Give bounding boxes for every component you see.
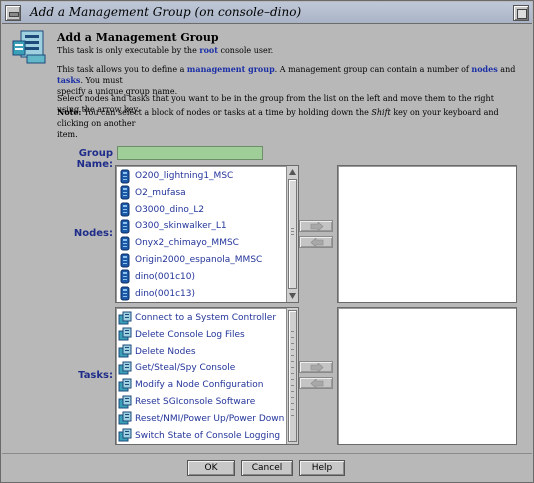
group-name-field[interactable] — [117, 146, 263, 160]
nodes-scrollbar[interactable] — [286, 166, 298, 302]
arrow-left-icon — [310, 238, 324, 247]
nodes-link[interactable]: nodes — [471, 64, 497, 74]
available-nodes-list[interactable]: dino(001c13) dino(001c10) Origin2000_espan… — [115, 165, 299, 303]
node-list-item-label: O3000_dino_L2 — [135, 204, 205, 215]
tasks-scroll-thumb[interactable] — [288, 310, 297, 442]
available-tasks-list[interactable]: Switch State of Console Logging Reset/NMI… — [115, 307, 299, 445]
node-list-item-label: dino(001c10) — [135, 271, 196, 282]
node-list-item-label: O300_skinwalker_L1 — [135, 221, 227, 232]
task-icon — [118, 428, 132, 442]
window-title: Add a Management Group (on console–dino) — [30, 5, 302, 19]
group-name-label: Group Name: — [76, 148, 113, 170]
node-icon — [120, 185, 130, 200]
task-icon — [118, 378, 132, 392]
node-icon — [120, 202, 130, 217]
task-icon — [118, 411, 132, 425]
node-list-item[interactable]: dino(001c13) — [118, 286, 195, 302]
task-list-item[interactable]: Delete Nodes — [118, 344, 196, 360]
node-list-item[interactable]: Onyx2_chimayo_MMSC — [118, 235, 239, 251]
nodes-scroll-thumb[interactable] — [288, 179, 297, 289]
arrow-left-icon — [310, 379, 324, 388]
node-icon — [120, 269, 130, 284]
page-heading: Add a Management Group — [57, 31, 219, 44]
scroll-down-icon[interactable] — [288, 291, 297, 300]
node-list-item-label: Origin2000_espanola_MMSC — [135, 255, 263, 265]
add-tasks-button[interactable] — [299, 361, 333, 373]
task-icon — [118, 327, 132, 341]
task-icon — [118, 344, 132, 358]
remove-nodes-button[interactable] — [299, 236, 333, 248]
task-list-item[interactable]: Modify a Node Configuration — [118, 377, 263, 393]
task-list-item[interactable]: Connect to a System Controller — [118, 310, 276, 326]
node-list-item[interactable]: O200_lightning1_MSC — [118, 168, 233, 184]
selected-tasks-list[interactable] — [337, 307, 517, 445]
node-icon — [120, 286, 130, 301]
node-icon — [120, 253, 130, 267]
ok-button[interactable]: OK — [187, 460, 235, 476]
node-icon — [120, 219, 130, 234]
task-list-item[interactable]: Delete Console Log Files — [118, 327, 245, 343]
arrow-right-icon — [310, 222, 324, 231]
node-list-item-label: Onyx2_chimayo_MMSC — [135, 238, 239, 249]
arrow-right-icon — [310, 363, 324, 372]
management-group-link[interactable]: management group — [187, 64, 275, 74]
task-list-item-label: Get/Steal/Spy Console — [135, 363, 236, 374]
cancel-button[interactable]: Cancel — [241, 460, 293, 476]
node-icon — [120, 236, 130, 251]
node-list-item[interactable]: O2_mufasa — [118, 185, 186, 201]
help-button[interactable]: Help — [299, 460, 345, 476]
title-bar[interactable]: Add a Management Group (on console–dino) — [2, 2, 532, 24]
window-menu-button[interactable] — [5, 5, 21, 21]
task-list-item[interactable]: Reset/NMI/Power Up/Power Down — [118, 411, 284, 427]
tasks-scrollbar[interactable] — [286, 308, 298, 444]
note-paragraph: Note: You can select a block of nodes or… — [57, 107, 499, 139]
scroll-up-icon[interactable] — [288, 168, 297, 177]
maximize-button[interactable] — [513, 5, 529, 21]
add-nodes-button[interactable] — [299, 220, 333, 232]
task-icon — [118, 395, 132, 408]
root-term: root — [199, 45, 218, 55]
task-list-item-label: Modify a Node Configuration — [135, 380, 264, 391]
task-icon — [118, 361, 132, 375]
task-list-item-label: Delete Console Log Files — [135, 329, 245, 340]
node-list-item-label: dino(001c13) — [135, 288, 196, 299]
node-list-item-label: O2_mufasa — [135, 187, 186, 198]
task-icon — [118, 311, 132, 324]
intro-paragraph-1: This task is only executable by the root… — [57, 45, 274, 55]
node-list-item[interactable]: dino(001c10) — [118, 269, 195, 285]
task-group-icon — [12, 30, 46, 64]
node-list-item[interactable]: O3000_dino_L2 — [118, 202, 204, 218]
node-list-item-label: O200_lightning1_MSC — [135, 171, 234, 181]
task-list-item-label: Reset SGIconsole Software — [135, 397, 256, 407]
task-list-item-label: Switch State of Console Logging — [135, 430, 281, 441]
nodes-label: Nodes: — [73, 228, 113, 239]
selected-nodes-list[interactable] — [337, 165, 517, 303]
dialog-button-bar: OK Cancel Help — [2, 453, 532, 481]
task-list-item-label: Delete Nodes — [135, 346, 196, 357]
task-list-item[interactable]: Switch State of Console Logging — [118, 428, 280, 444]
dialog-window: Add a Management Group (on console–dino)… — [0, 0, 534, 483]
task-list-item[interactable]: Reset SGIconsole Software — [118, 394, 255, 410]
task-list-item[interactable]: Get/Steal/Spy Console — [118, 360, 235, 376]
task-list-item-label: Reset/NMI/Power Up/Power Down — [135, 413, 285, 424]
node-list-item[interactable]: O300_skinwalker_L1 — [118, 218, 227, 234]
task-list-item-label: Connect to a System Controller — [135, 313, 277, 323]
node-list-item[interactable]: Origin2000_espanola_MMSC — [118, 252, 262, 268]
tasks-label: Tasks: — [78, 370, 113, 381]
remove-tasks-button[interactable] — [299, 377, 333, 389]
node-icon — [120, 169, 130, 183]
tasks-link[interactable]: tasks — [57, 75, 80, 85]
